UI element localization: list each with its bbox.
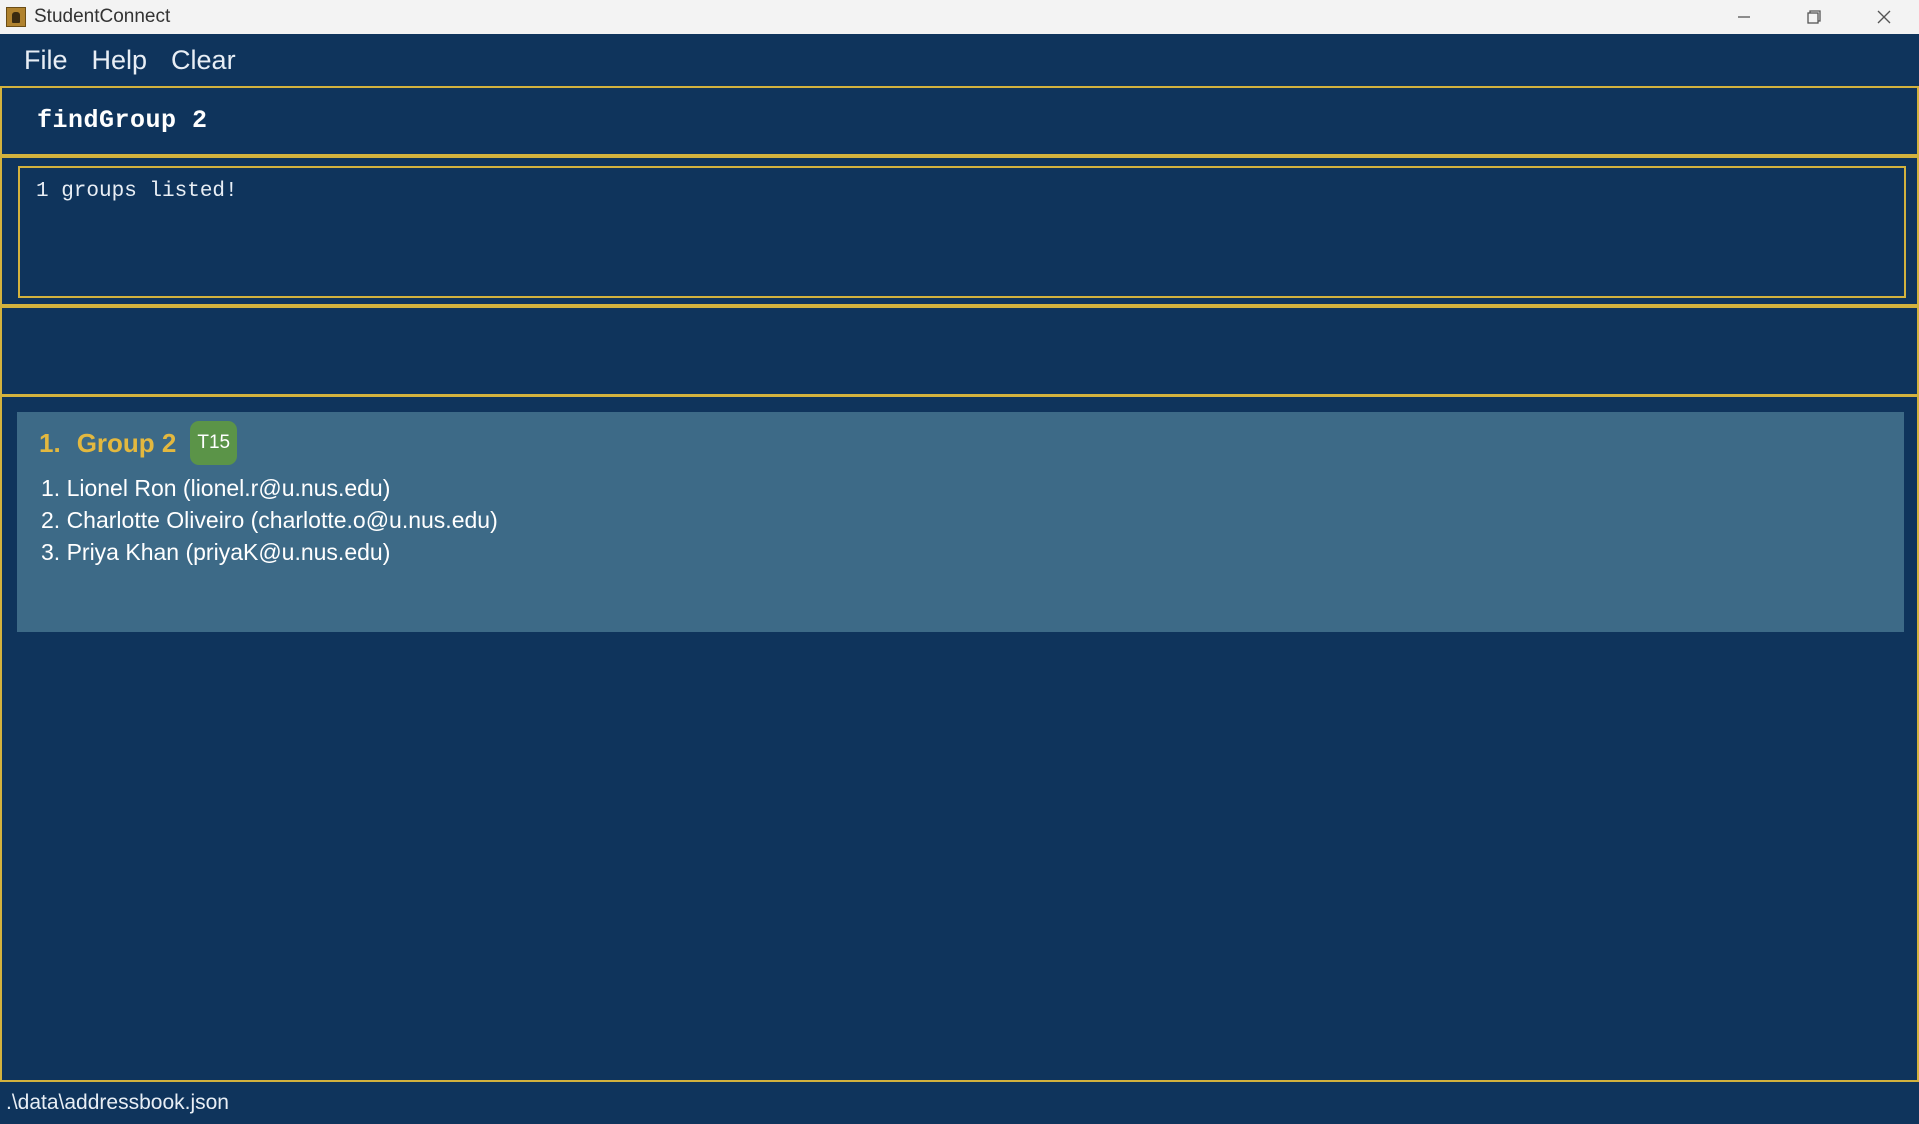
- title-bar: StudentConnect: [0, 0, 1919, 34]
- member-item: 1. Lionel Ron (lionel.r@u.nus.edu): [41, 475, 391, 501]
- restore-icon: [1807, 10, 1821, 24]
- command-input[interactable]: findGroup 2: [37, 106, 208, 135]
- menu-help[interactable]: Help: [80, 34, 160, 86]
- group-name: Group 2: [76, 427, 177, 458]
- window-title: StudentConnect: [34, 6, 171, 27]
- minimize-button[interactable]: [1709, 0, 1779, 34]
- group-list[interactable]: 1. Group 2 T15 1. Lionel Ron (lionel.r@u…: [0, 395, 1919, 1082]
- app-icon: [6, 7, 26, 27]
- command-box[interactable]: findGroup 2: [0, 86, 1919, 156]
- group-card[interactable]: 1. Group 2 T15 1. Lionel Ron (lionel.r@u…: [17, 412, 1904, 632]
- result-message: 1 groups listed!: [36, 180, 238, 203]
- group-tag: T15: [190, 421, 238, 465]
- menu-clear[interactable]: Clear: [159, 34, 248, 86]
- group-header: 1. Group 2 T15: [39, 420, 238, 466]
- member-list: 1. Lionel Ron (lionel.r@u.nus.edu) 2. Ch…: [41, 472, 498, 568]
- result-display[interactable]: 1 groups listed!: [18, 166, 1906, 298]
- secondary-panel: [0, 306, 1919, 396]
- close-icon: [1877, 10, 1891, 24]
- status-bar: .\data\addressbook.json: [0, 1082, 1919, 1124]
- member-item: 2. Charlotte Oliveiro (charlotte.o@u.nus…: [41, 507, 498, 533]
- result-panel: 1 groups listed!: [0, 156, 1919, 306]
- window-controls: [1709, 0, 1919, 34]
- minimize-icon: [1738, 16, 1750, 18]
- data-file-path: .\data\addressbook.json: [6, 1091, 229, 1114]
- menu-file[interactable]: File: [12, 34, 80, 86]
- restore-button[interactable]: [1779, 0, 1849, 34]
- menu-bar: File Help Clear: [0, 34, 1919, 86]
- close-button[interactable]: [1849, 0, 1919, 34]
- member-item: 3. Priya Khan (priyaK@u.nus.edu): [41, 539, 391, 565]
- group-index: 1.: [39, 427, 61, 458]
